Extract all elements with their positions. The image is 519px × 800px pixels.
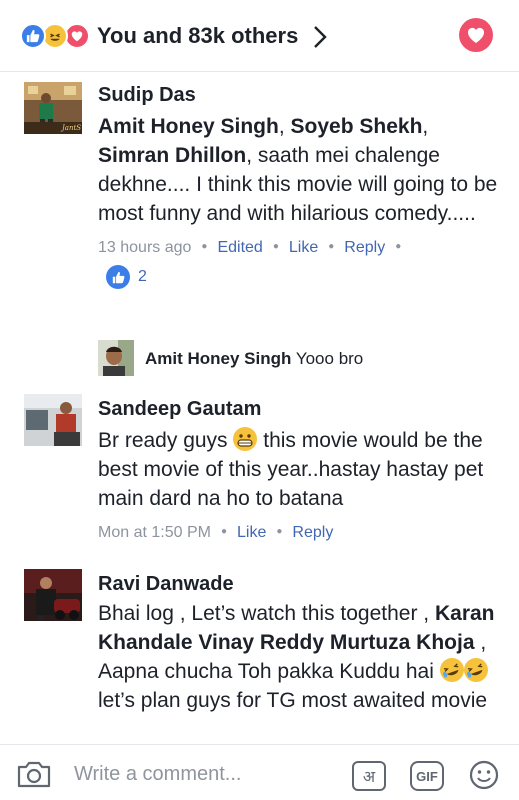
comment-composer: Write a comment... अ GIF bbox=[0, 744, 519, 800]
svg-text:JantS: JantS bbox=[60, 124, 81, 132]
comment-like-count[interactable]: 2 bbox=[106, 265, 498, 289]
reaction-summary[interactable] bbox=[20, 23, 92, 49]
comment-text: Br ready guys this movie would be the be… bbox=[98, 426, 498, 513]
gif-button[interactable]: GIF bbox=[410, 761, 444, 791]
comment-text: Amit Honey Singh, Soyeb Shekh, Simran Dh… bbox=[98, 112, 498, 228]
like-link[interactable]: Like bbox=[237, 524, 266, 541]
heart-icon bbox=[467, 27, 485, 43]
reply-text: Amit Honey Singh Yooo bro bbox=[145, 348, 363, 370]
timestamp: 13 hours ago bbox=[98, 239, 192, 256]
like-icon bbox=[106, 265, 130, 289]
comment-body: Bhai log , Let’s watch this together , bbox=[98, 602, 430, 625]
comment-author[interactable]: Ravi Danwade bbox=[98, 571, 498, 597]
comment-meta: Mon at 1:50 PM ● Like ● Reply bbox=[98, 524, 334, 541]
comment-input[interactable]: Write a comment... bbox=[74, 762, 241, 786]
reply-link[interactable]: Reply bbox=[292, 524, 333, 541]
camera-icon[interactable] bbox=[16, 759, 52, 789]
reply-body: Yooo bro bbox=[291, 349, 364, 368]
mention-link[interactable]: Amit Honey Singh bbox=[98, 115, 279, 138]
mention-link[interactable]: Soyeb Shekh bbox=[291, 115, 423, 138]
comment-meta: 13 hours ago ● Edited ● Like ● Reply ● bbox=[98, 239, 402, 256]
avatar[interactable] bbox=[24, 569, 82, 621]
avatar[interactable] bbox=[98, 340, 134, 376]
mention-link[interactable]: Simran Dhillon bbox=[98, 144, 246, 167]
avatar[interactable] bbox=[24, 394, 82, 446]
edited-link[interactable]: Edited bbox=[217, 239, 262, 256]
reply-author[interactable]: Amit Honey Singh bbox=[145, 349, 291, 368]
separator: , bbox=[422, 115, 429, 138]
like-reaction-icon bbox=[20, 23, 46, 49]
comment-body: Br ready guys bbox=[98, 429, 234, 452]
comment-body: let’s plan guys for TG most awaited movi… bbox=[98, 689, 488, 712]
rofl-emoji-icon bbox=[460, 654, 492, 686]
sticker-icon[interactable] bbox=[468, 759, 500, 791]
like-count: 2 bbox=[138, 268, 147, 285]
love-button[interactable] bbox=[459, 18, 493, 52]
reply-link[interactable]: Reply bbox=[344, 239, 385, 256]
separator: , bbox=[278, 115, 291, 138]
hindi-keyboard-button[interactable]: अ bbox=[352, 761, 386, 791]
comment-author[interactable]: Sandeep Gautam bbox=[98, 396, 498, 422]
grinning-emoji-icon bbox=[233, 427, 258, 451]
reactions-count-title[interactable]: You and 83k others bbox=[97, 22, 298, 50]
comment-text: Bhai log , Let’s watch this together , K… bbox=[98, 599, 498, 715]
like-link[interactable]: Like bbox=[289, 239, 318, 256]
timestamp: Mon at 1:50 PM bbox=[98, 524, 211, 541]
reply-item: Amit Honey Singh Yooo bro bbox=[98, 340, 498, 376]
chevron-right-icon[interactable] bbox=[311, 24, 329, 50]
avatar[interactable]: JantS bbox=[24, 82, 82, 134]
reactions-header: You and 83k others bbox=[0, 0, 519, 72]
comment-author[interactable]: Sudip Das bbox=[98, 82, 498, 108]
